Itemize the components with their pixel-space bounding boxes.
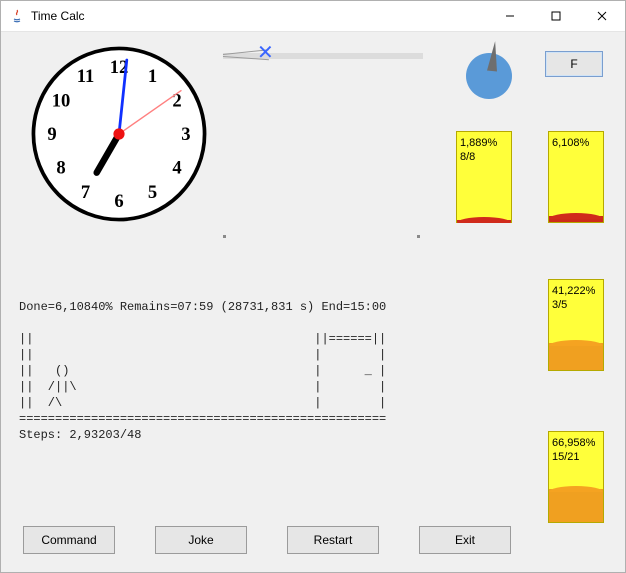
x-mark-icon: ✕ — [257, 43, 274, 63]
steps-line: Steps: 2,93203/48 — [19, 428, 141, 442]
svg-text:1: 1 — [148, 66, 157, 87]
progress-box-4: 66,958% 15/21 — [548, 431, 604, 523]
content-area: 121234567891011 ✕ F 1,889% 8/8 6,108% — [1, 31, 625, 572]
exit-button[interactable]: Exit — [419, 526, 511, 554]
progress-percent: 41,222% — [552, 284, 600, 298]
title-bar[interactable]: Time Calc — [1, 1, 625, 32]
progress-fill — [549, 216, 603, 222]
progress-fill — [549, 343, 603, 370]
progress-fill — [549, 489, 603, 522]
progress-count: 8/8 — [460, 150, 508, 164]
progress-percent: 1,889% — [460, 136, 508, 150]
svg-text:6: 6 — [114, 191, 123, 212]
progress-bar-top: ✕ — [223, 53, 423, 59]
app-window: Time Calc 121234567891011 ✕ F — [0, 0, 626, 573]
progress-count: 3/5 — [552, 298, 600, 312]
window-buttons — [487, 1, 625, 31]
joke-button[interactable]: Joke — [155, 526, 247, 554]
marker-dot — [417, 235, 420, 238]
command-button[interactable]: Command — [23, 526, 115, 554]
marker-dot — [223, 235, 226, 238]
ascii-art: || ||======|| || | | || () | _ | || /||\… — [19, 332, 386, 426]
progress-fill — [457, 220, 511, 222]
f-button[interactable]: F — [545, 51, 603, 77]
svg-text:8: 8 — [56, 158, 65, 179]
svg-text:10: 10 — [52, 91, 71, 112]
java-icon — [9, 8, 25, 24]
svg-text:9: 9 — [47, 124, 56, 145]
progress-box-1: 1,889% 8/8 — [456, 131, 512, 223]
maximize-button[interactable] — [533, 1, 579, 31]
analog-clock: 121234567891011 — [26, 41, 212, 227]
progress-count: 15/21 — [552, 450, 600, 464]
window-title: Time Calc — [31, 9, 487, 23]
svg-text:4: 4 — [172, 158, 181, 179]
progress-percent: 6,108% — [552, 136, 600, 150]
progress-percent: 66,958% — [552, 436, 600, 450]
progress-box-3: 41,222% 3/5 — [548, 279, 604, 371]
minimize-button[interactable] — [487, 1, 533, 31]
svg-text:7: 7 — [81, 182, 90, 203]
svg-text:5: 5 — [148, 182, 157, 203]
restart-button[interactable]: Restart — [287, 526, 379, 554]
svg-text:3: 3 — [181, 124, 190, 145]
svg-text:11: 11 — [77, 66, 95, 87]
status-line: Done=6,10840% Remains=07:59 (28731,831 s… — [19, 300, 386, 314]
progress-box-2: 6,108% — [548, 131, 604, 223]
close-button[interactable] — [579, 1, 625, 31]
status-text: Done=6,10840% Remains=07:59 (28731,831 s… — [19, 299, 386, 443]
button-row: Command Joke Restart Exit — [23, 526, 511, 554]
